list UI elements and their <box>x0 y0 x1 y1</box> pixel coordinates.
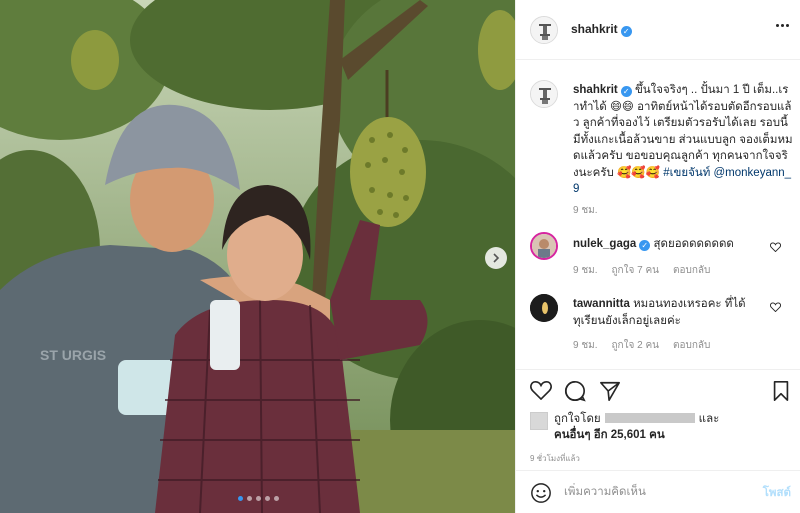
liked-by-label: ถูกใจโดย <box>554 413 601 425</box>
more-options-icon[interactable] <box>776 24 789 27</box>
comment-meta: 9 ชม. ถูกใจ 2 คน ตอบกลับ <box>573 338 710 353</box>
svg-text:ST URGIS: ST URGIS <box>40 347 106 363</box>
comment-input[interactable] <box>564 482 744 502</box>
comment-body: tawannitta หมอนทองเหรอคะ ที่ได้ทุเรียนยั… <box>573 296 763 329</box>
emoji-icon[interactable] <box>530 482 552 504</box>
fountain-logo-icon <box>531 81 557 107</box>
post-age: 9 ชั่วโมงที่แล้ว <box>530 454 580 463</box>
carousel-dot <box>265 496 270 501</box>
share-icon[interactable] <box>599 380 621 402</box>
likes-others-count[interactable]: คนอื่นๆ อีก 25,601 คน <box>554 429 665 441</box>
blurred-liker-name <box>604 413 695 423</box>
author-username[interactable]: shahkrit ✓ <box>571 22 632 37</box>
commenter-username[interactable]: tawannitta <box>573 298 630 310</box>
heart-icon[interactable] <box>530 380 552 400</box>
instagram-post-modal: ST URGIS shahkrit ✓ shahkrit ✓ ขึ้นใจจริ… <box>0 0 800 513</box>
comment-time: 9 ชม. <box>573 340 598 351</box>
caption-hashtag[interactable]: #เขยจันท์ <box>663 167 710 179</box>
comment-item: nulek_gaga ✓ สุดยอดดดดดดด 9 ชม. ถูกใจ 7 ค… <box>516 230 800 280</box>
bookmark-icon[interactable] <box>772 380 790 402</box>
commenter-avatar[interactable] <box>530 294 558 322</box>
comment-body: nulek_gaga ✓ สุดยอดดดดดดด <box>573 236 763 253</box>
author-username-text[interactable]: shahkrit <box>571 22 618 36</box>
likes-summary: ถูกใจโดย และ คนอื่นๆ อีก 25,601 คน <box>530 411 719 443</box>
comment-meta: 9 ชม. ถูกใจ 7 คน ตอบกลับ <box>573 263 710 278</box>
post-comment-button[interactable]: โพสต์ <box>763 484 791 502</box>
comment-icon[interactable] <box>564 380 586 402</box>
likes-text: ถูกใจโดย และ คนอื่นๆ อีก 25,601 คน <box>554 411 719 443</box>
carousel-dot <box>247 496 252 501</box>
photo-illustration: ST URGIS <box>0 0 515 513</box>
comment-likes-count[interactable]: ถูกใจ 2 คน <box>612 338 660 353</box>
author-avatar[interactable] <box>530 16 558 44</box>
carousel-indicators <box>238 496 279 501</box>
comment-time: 9 ชม. <box>573 265 598 276</box>
verified-badge-icon: ✓ <box>639 240 651 251</box>
carousel-dot <box>256 496 261 501</box>
commenter-photo-icon <box>530 294 558 322</box>
comment-likes-count[interactable]: ถูกใจ 7 คน <box>612 263 660 278</box>
post-caption: shahkrit ✓ ขึ้นใจจริงๆ .. ปั้นมา 1 ปี เต็… <box>573 82 793 198</box>
post-side-panel: shahkrit ✓ shahkrit ✓ ขึ้นใจจริงๆ .. ปั้นม… <box>515 0 800 513</box>
chevron-right-icon <box>493 253 500 263</box>
carousel-dot <box>238 496 243 501</box>
commenter-avatar[interactable] <box>530 232 558 260</box>
likes-and-label: และ <box>698 413 720 425</box>
add-comment-bar: โพสต์ <box>516 470 800 513</box>
post-header: shahkrit ✓ <box>516 0 800 60</box>
commenter-photo-icon <box>532 234 556 258</box>
commenter-username[interactable]: nulek_gaga <box>573 238 636 250</box>
verified-badge-icon: ✓ <box>620 26 632 37</box>
caption-username[interactable]: shahkrit <box>573 84 618 96</box>
post-photo[interactable]: ST URGIS <box>0 0 515 513</box>
comment-like-heart-icon[interactable] <box>770 242 781 252</box>
caption-timestamp: 9 ชม. <box>573 205 598 216</box>
comment-item: tawannitta หมอนทองเหรอคะ ที่ได้ทุเรียนยั… <box>516 290 800 355</box>
comment-reply-button[interactable]: ตอบกลับ <box>673 338 710 353</box>
comment-text: สุดยอดดดดดดด <box>653 238 734 250</box>
caption-author-avatar[interactable] <box>530 80 558 108</box>
verified-badge-icon: ✓ <box>620 86 632 97</box>
carousel-dot <box>274 496 279 501</box>
comment-reply-button[interactable]: ตอบกลับ <box>673 263 710 278</box>
fountain-logo-icon <box>531 17 557 43</box>
carousel-next-button[interactable] <box>485 247 507 269</box>
comment-like-heart-icon[interactable] <box>770 302 781 312</box>
liker-avatar[interactable] <box>530 412 548 430</box>
post-actions: ถูกใจโดย และ คนอื่นๆ อีก 25,601 คน 9 ชั่ว… <box>516 369 800 469</box>
caption-text: ขึ้นใจจริงๆ .. ปั้นมา 1 ปี เต็ม..เราทำได… <box>573 84 793 179</box>
